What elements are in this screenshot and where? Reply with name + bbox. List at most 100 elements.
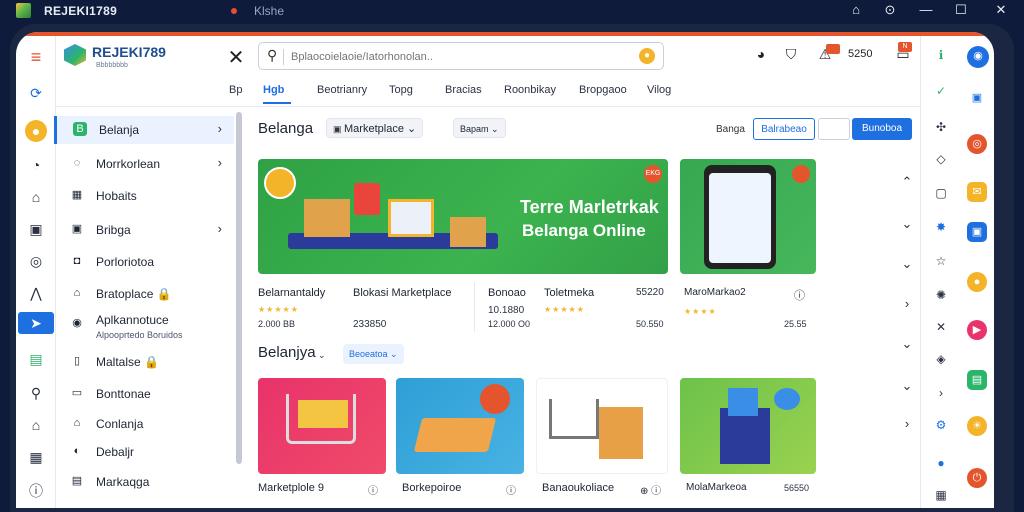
coin-icon[interactable]: ● [967,272,987,292]
message-icon[interactable]: ✉ [967,182,987,202]
user-icon[interactable]: ◕ [752,46,770,62]
info-icon[interactable]: ⓘ [506,482,516,497]
calendar-icon[interactable]: ▦ [25,446,47,468]
card-title[interactable]: Banaoukoliace [542,482,614,494]
tab-vilog[interactable]: Vilog [647,84,671,96]
options-icon[interactable]: ⊕ ⓘ [640,482,661,497]
chevron-right-icon[interactable]: › [898,416,916,431]
gear-icon[interactable]: ⚙ [933,418,949,432]
cart-bag-card[interactable] [536,378,668,474]
circle-icon[interactable]: ● [933,456,949,470]
sidebar-scrollbar[interactable] [236,112,242,464]
close-icon[interactable]: ✕ [226,45,246,70]
refresh-icon[interactable]: ⟳ [25,82,47,104]
home-alt-icon[interactable]: ⌂ [25,414,47,436]
profile-icon[interactable]: ◉ [967,46,989,68]
star-icon[interactable]: ✸ [933,220,949,234]
cart-card[interactable] [258,378,386,474]
card-title[interactable]: MaroMarkao2 [684,287,746,298]
view-toggle-button[interactable] [818,118,850,140]
laptop-card[interactable] [396,378,524,474]
card-title[interactable]: Belarnantaldy [258,287,325,299]
sun-icon[interactable]: ☀ [967,416,987,436]
tool-icon[interactable]: ℹ [933,48,949,62]
tab-topg[interactable]: Topg [389,84,413,96]
chevron-down-icon[interactable]: ⌄ [898,378,916,394]
hamburger-menu-icon[interactable]: ≡ [25,46,47,68]
sidebar-item-markaqga[interactable]: ▤ Markaqga [54,468,234,496]
sidebar-item-belanja[interactable]: B Belanja › [54,116,234,144]
search-icon[interactable]: ⚲ [25,382,47,404]
sidebar-item-bratoplace[interactable]: ⌂ Bratoplace 🔒 [54,280,234,308]
close-icon[interactable]: ✕ [933,320,949,334]
card-title[interactable]: Blokasi Marketplace [353,287,451,299]
chat-icon[interactable]: ▤ [967,370,987,390]
chevron-right-icon[interactable]: › [933,386,949,400]
bunoboa-button[interactable]: Bunoboa [852,118,912,140]
balrabeao-button[interactable]: Balrabeao [753,118,815,140]
settings-icon[interactable]: ◎ [25,250,47,272]
chart-icon[interactable]: ⋀ [25,282,47,304]
card-title[interactable]: Toletmeka [544,287,594,299]
tab-bracias[interactable]: Bracias [445,84,482,96]
check-icon[interactable]: ✓ [933,84,949,98]
shield-icon[interactable]: ⛉ [782,46,800,63]
power-icon[interactable]: ⏻ [967,468,987,488]
chevron-down-icon[interactable]: ⌄ [898,216,916,232]
play-icon[interactable]: ▶ [967,320,987,340]
leaf-icon[interactable]: ◇ [933,152,949,166]
chevron-up-icon[interactable]: ⌃ [898,174,916,190]
search-input[interactable] [291,48,611,66]
card-title[interactable]: Marketplole 9 [258,482,324,494]
settings-icon[interactable]: ✺ [933,288,949,302]
sidebar-item-bonttonae[interactable]: ▭ Bonttonae [54,380,234,408]
sidebar-item-debaljr[interactable]: ◐ Debaljr [54,438,234,466]
sidebar-item-morrkorlean[interactable]: ◌ Morrkorlean › [54,150,234,178]
coin-icon[interactable]: ● [25,120,47,142]
tab-bropgaoo[interactable]: Bropgaoo [579,84,627,96]
tool-icon[interactable]: ✣ [933,120,949,134]
chevron-down-icon[interactable]: ⌄ [898,336,916,352]
brand-logo[interactable]: REJEKI789 Bbbbbbbb [64,42,214,78]
shapes-icon[interactable]: ◈ [933,352,949,366]
sidebar-item-porloriotoa[interactable]: ◘ Porloriotoa [54,248,234,276]
card-title[interactable]: Bonoao [488,287,526,299]
chevron-down-icon[interactable]: ⌄ [318,350,326,361]
close-window-button[interactable]: ✕ [991,2,1011,18]
grid-icon[interactable]: ▦ [933,488,949,502]
sidebar-item-maltalse[interactable]: ▯ Maltalse 🔒 [54,348,234,376]
navigate-icon[interactable]: ➤ [18,312,54,334]
sidebar-item-conlanja[interactable]: ⌂ Conlanja [54,410,234,438]
marketplace-dropdown[interactable]: ▣ Marketplace ⌄ [326,118,424,138]
status-circle-icon[interactable]: ⊙ [880,2,900,18]
mic-icon[interactable]: ● [639,48,655,64]
info-icon[interactable]: ⓘ [794,287,805,303]
square-icon[interactable]: ▣ [967,88,987,108]
card-title[interactable]: MolaMarkeoa [686,482,747,493]
card-title[interactable]: Borkepoiroe [402,482,461,494]
tab-hgb[interactable]: Hgb [263,84,284,96]
info-icon[interactable]: ⓘ [368,482,378,497]
phone-promo-card[interactable] [680,159,816,274]
info-icon[interactable]: ⓘ [25,480,47,502]
box-icon[interactable]: ▣ [25,218,47,240]
maximize-button[interactable]: ☐ [951,2,971,18]
clock-icon[interactable]: ◔ [25,154,47,176]
home-icon[interactable]: ⌂ [25,186,47,208]
home-icon[interactable]: ⌂ [846,2,866,17]
search-bar[interactable]: ⚲ ● [258,42,664,70]
chevron-down-icon[interactable]: ⌄ [898,256,916,272]
photo-icon[interactable]: ▣ [967,222,987,242]
gallery-icon[interactable]: ▤ [25,348,47,370]
minimize-button[interactable]: — [916,2,936,17]
filter-dropdown[interactable]: Bapam ⌄ [453,118,506,138]
doc-icon[interactable]: ▢ [933,186,949,200]
chevron-right-icon[interactable]: › [898,296,916,311]
gifts-card[interactable] [680,378,816,474]
promo-banner[interactable]: Terre Marletrkak Belanga Online EKG [258,159,668,274]
tab-beotrianry[interactable]: Beotrianry [317,84,367,96]
tab-roonbikay[interactable]: Roonbikay [504,84,556,96]
sidebar-item-aplkannotuce[interactable]: ◉ Aplkannotuce Alpooprtedo Boruidos [54,310,234,344]
section2-filter[interactable]: Beoeatoa ⌄ [343,344,404,364]
tab-bp[interactable]: Bp [229,84,242,96]
